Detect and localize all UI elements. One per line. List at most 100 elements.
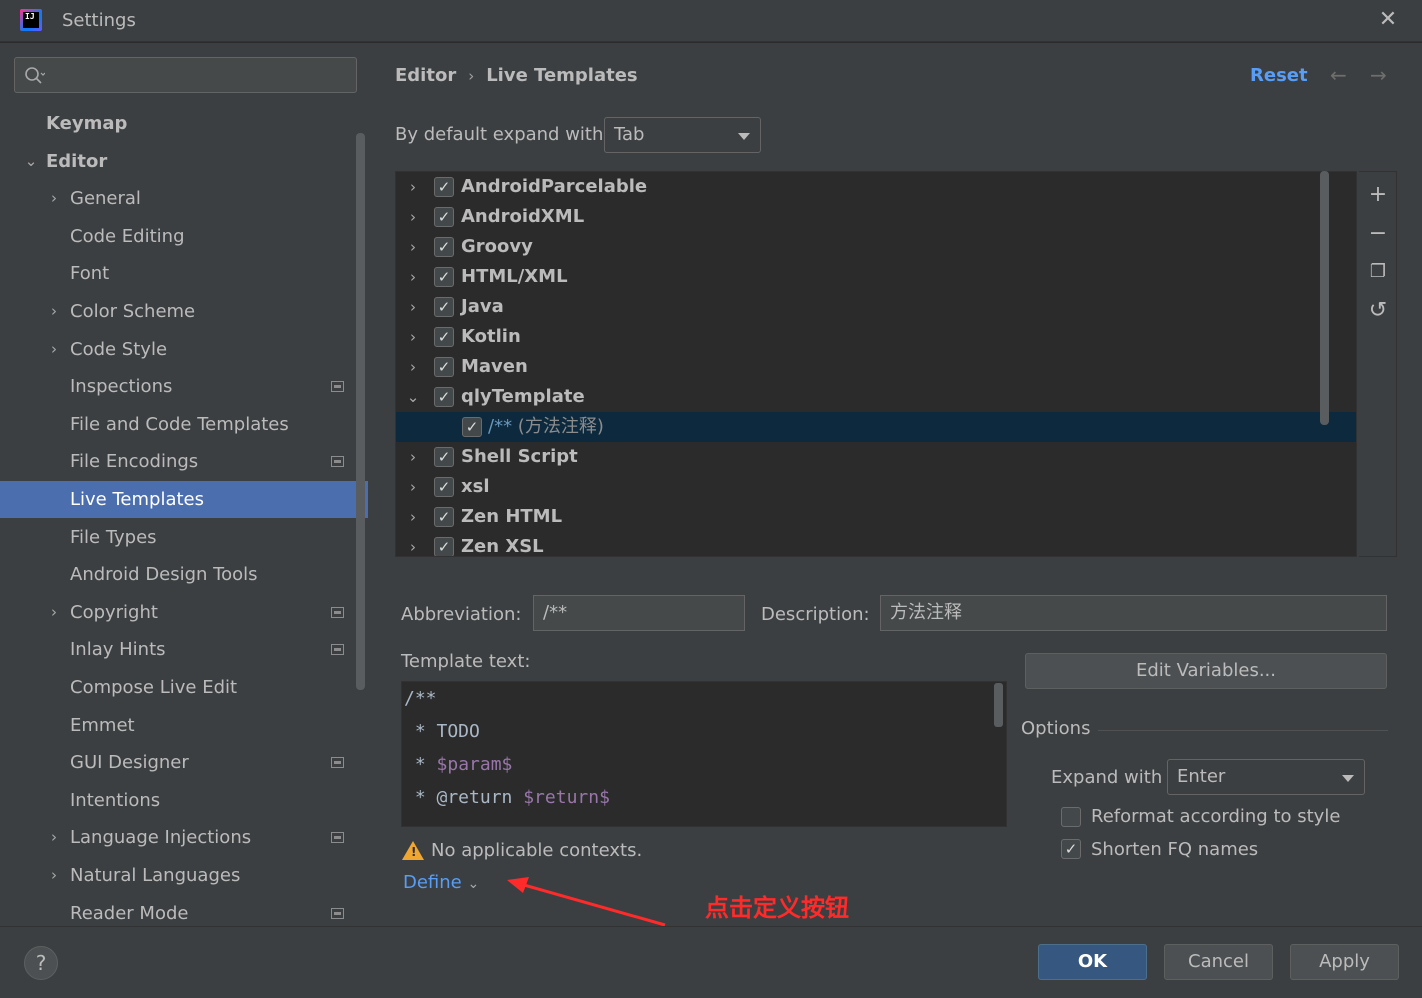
template-group-row[interactable]: › ✓ Shell Script bbox=[396, 442, 1356, 472]
restore-icon[interactable]: ↺ bbox=[1367, 300, 1389, 322]
abbreviation-input[interactable]: /** bbox=[533, 595, 745, 631]
close-icon[interactable]: ✕ bbox=[1376, 9, 1400, 33]
sidebar-item-code-editing[interactable]: Code Editing bbox=[0, 218, 368, 255]
template-group-row[interactable]: › ✓ AndroidParcelable bbox=[396, 172, 1356, 202]
sidebar-item-file-and-code-templates[interactable]: File and Code Templates bbox=[0, 406, 368, 443]
template-group-label: Java bbox=[461, 296, 504, 317]
code-line: * TODO bbox=[404, 715, 480, 748]
sidebar-item-keymap[interactable]: Keymap bbox=[0, 105, 368, 142]
chevron-right-icon[interactable]: › bbox=[47, 180, 61, 217]
template-checkbox[interactable]: ✓ bbox=[434, 387, 454, 407]
sidebar-item-compose-live-edit[interactable]: Compose Live Edit bbox=[0, 669, 368, 706]
ok-button[interactable]: OK bbox=[1038, 944, 1147, 980]
reformat-checkbox[interactable] bbox=[1061, 807, 1081, 827]
chevron-right-icon[interactable]: › bbox=[406, 262, 420, 292]
sidebar-item-language-injections[interactable]: › Language Injections bbox=[0, 819, 368, 856]
sidebar-item-copyright[interactable]: › Copyright bbox=[0, 594, 368, 631]
template-checkbox[interactable]: ✓ bbox=[434, 327, 454, 347]
template-text-editor[interactable]: /** * TODO * $param$ * @return $return$ bbox=[401, 681, 1007, 827]
sidebar-item-android-design-tools[interactable]: Android Design Tools bbox=[0, 556, 368, 593]
help-button[interactable]: ? bbox=[24, 946, 58, 980]
chevron-right-icon[interactable]: › bbox=[406, 172, 420, 202]
add-icon[interactable]: + bbox=[1367, 184, 1389, 206]
sidebar-item-label: Live Templates bbox=[70, 489, 204, 510]
chevron-right-icon[interactable]: › bbox=[47, 293, 61, 330]
template-checkbox[interactable]: ✓ bbox=[434, 537, 454, 556]
apply-button[interactable]: Apply bbox=[1290, 944, 1399, 980]
description-input[interactable]: 方法注释 bbox=[880, 595, 1387, 631]
cancel-button[interactable]: Cancel bbox=[1164, 944, 1273, 980]
template-checkbox[interactable]: ✓ bbox=[434, 477, 454, 497]
breadcrumb-editor[interactable]: Editor bbox=[395, 65, 456, 86]
template-group-row[interactable]: › ✓ Zen XSL bbox=[396, 532, 1356, 556]
sidebar-item-inspections[interactable]: Inspections bbox=[0, 368, 368, 405]
template-checkbox[interactable]: ✓ bbox=[434, 177, 454, 197]
chevron-right-icon[interactable]: › bbox=[406, 532, 420, 556]
copy-icon[interactable]: ❐ bbox=[1367, 261, 1389, 283]
template-checkbox[interactable]: ✓ bbox=[434, 267, 454, 287]
sidebar-item-natural-languages[interactable]: › Natural Languages bbox=[0, 857, 368, 894]
chevron-right-icon[interactable]: › bbox=[406, 322, 420, 352]
sidebar-item-general[interactable]: › General bbox=[0, 180, 368, 217]
template-group-row[interactable]: › ✓ HTML/XML bbox=[396, 262, 1356, 292]
chevron-right-icon[interactable]: › bbox=[406, 442, 420, 472]
chevron-right-icon[interactable]: › bbox=[406, 292, 420, 322]
shorten-fq-label[interactable]: Shorten FQ names bbox=[1091, 839, 1258, 860]
sidebar-item-inlay-hints[interactable]: Inlay Hints bbox=[0, 631, 368, 668]
template-group-row[interactable]: › ✓ Groovy bbox=[396, 232, 1356, 262]
template-checkbox[interactable]: ✓ bbox=[434, 357, 454, 377]
chevron-right-icon[interactable]: › bbox=[406, 232, 420, 262]
sidebar-scrollbar[interactable] bbox=[356, 133, 365, 690]
templates-tree-scrollbar[interactable] bbox=[1320, 171, 1329, 425]
template-checkbox[interactable]: ✓ bbox=[434, 237, 454, 257]
template-group-label: Groovy bbox=[461, 236, 533, 257]
template-checkbox[interactable]: ✓ bbox=[434, 207, 454, 227]
sidebar-item-font[interactable]: Font bbox=[0, 255, 368, 292]
chevron-down-icon[interactable]: ⌄ bbox=[406, 382, 420, 412]
sidebar-item-emmet[interactable]: Emmet bbox=[0, 707, 368, 744]
template-checkbox[interactable]: ✓ bbox=[434, 447, 454, 467]
reset-link[interactable]: Reset bbox=[1250, 65, 1308, 86]
template-editor-scrollbar[interactable] bbox=[994, 683, 1003, 727]
template-group-row[interactable]: › ✓ Java bbox=[396, 292, 1356, 322]
template-checkbox[interactable]: ✓ bbox=[434, 507, 454, 527]
template-group-row[interactable]: › ✓ AndroidXML bbox=[396, 202, 1356, 232]
back-arrow-icon[interactable]: ← bbox=[1330, 63, 1347, 87]
settings-search-input[interactable] bbox=[14, 57, 357, 93]
template-checkbox[interactable]: ✓ bbox=[462, 417, 482, 437]
chevron-right-icon[interactable]: › bbox=[47, 857, 61, 894]
template-group-row[interactable]: › ✓ Zen HTML bbox=[396, 502, 1356, 532]
forward-arrow-icon[interactable]: → bbox=[1370, 63, 1387, 87]
template-item[interactable]: ✓ /** (方法注释) bbox=[396, 412, 1356, 442]
chevron-right-icon[interactable]: › bbox=[47, 819, 61, 856]
template-group-row[interactable]: ⌄ ✓ qlyTemplate bbox=[396, 382, 1356, 412]
sidebar-item-live-templates[interactable]: Live Templates bbox=[0, 481, 368, 518]
chevron-right-icon[interactable]: › bbox=[406, 472, 420, 502]
sidebar-item-file-types[interactable]: File Types bbox=[0, 519, 368, 556]
template-text-label: Template text: bbox=[401, 651, 531, 672]
reformat-label[interactable]: Reformat according to style bbox=[1091, 806, 1340, 827]
template-group-row[interactable]: › ✓ Maven bbox=[396, 352, 1356, 382]
chevron-right-icon[interactable]: › bbox=[406, 352, 420, 382]
edit-variables-button[interactable]: Edit Variables... bbox=[1025, 653, 1387, 689]
chevron-down-icon[interactable]: ⌄ bbox=[24, 143, 38, 180]
default-expand-select[interactable]: Tab bbox=[604, 117, 761, 153]
chevron-right-icon[interactable]: › bbox=[406, 202, 420, 232]
template-group-row[interactable]: › ✓ Kotlin bbox=[396, 322, 1356, 352]
template-group-row[interactable]: › ✓ xsl bbox=[396, 472, 1356, 502]
default-expand-value: Tab bbox=[614, 124, 645, 145]
sidebar-item-code-style[interactable]: › Code Style bbox=[0, 331, 368, 368]
sidebar-item-gui-designer[interactable]: GUI Designer bbox=[0, 744, 368, 781]
remove-icon[interactable]: − bbox=[1367, 223, 1389, 245]
chevron-right-icon[interactable]: › bbox=[406, 502, 420, 532]
sidebar-item-editor[interactable]: ⌄ Editor bbox=[0, 143, 368, 180]
sidebar-item-intentions[interactable]: Intentions bbox=[0, 782, 368, 819]
define-link[interactable]: Define ⌄ bbox=[403, 872, 479, 893]
template-checkbox[interactable]: ✓ bbox=[434, 297, 454, 317]
shorten-fq-checkbox[interactable]: ✓ bbox=[1061, 839, 1081, 859]
chevron-right-icon[interactable]: › bbox=[47, 594, 61, 631]
expand-with-select[interactable]: Enter bbox=[1167, 759, 1365, 795]
sidebar-item-color-scheme[interactable]: › Color Scheme bbox=[0, 293, 368, 330]
sidebar-item-file-encodings[interactable]: File Encodings bbox=[0, 443, 368, 480]
chevron-right-icon[interactable]: › bbox=[47, 331, 61, 368]
